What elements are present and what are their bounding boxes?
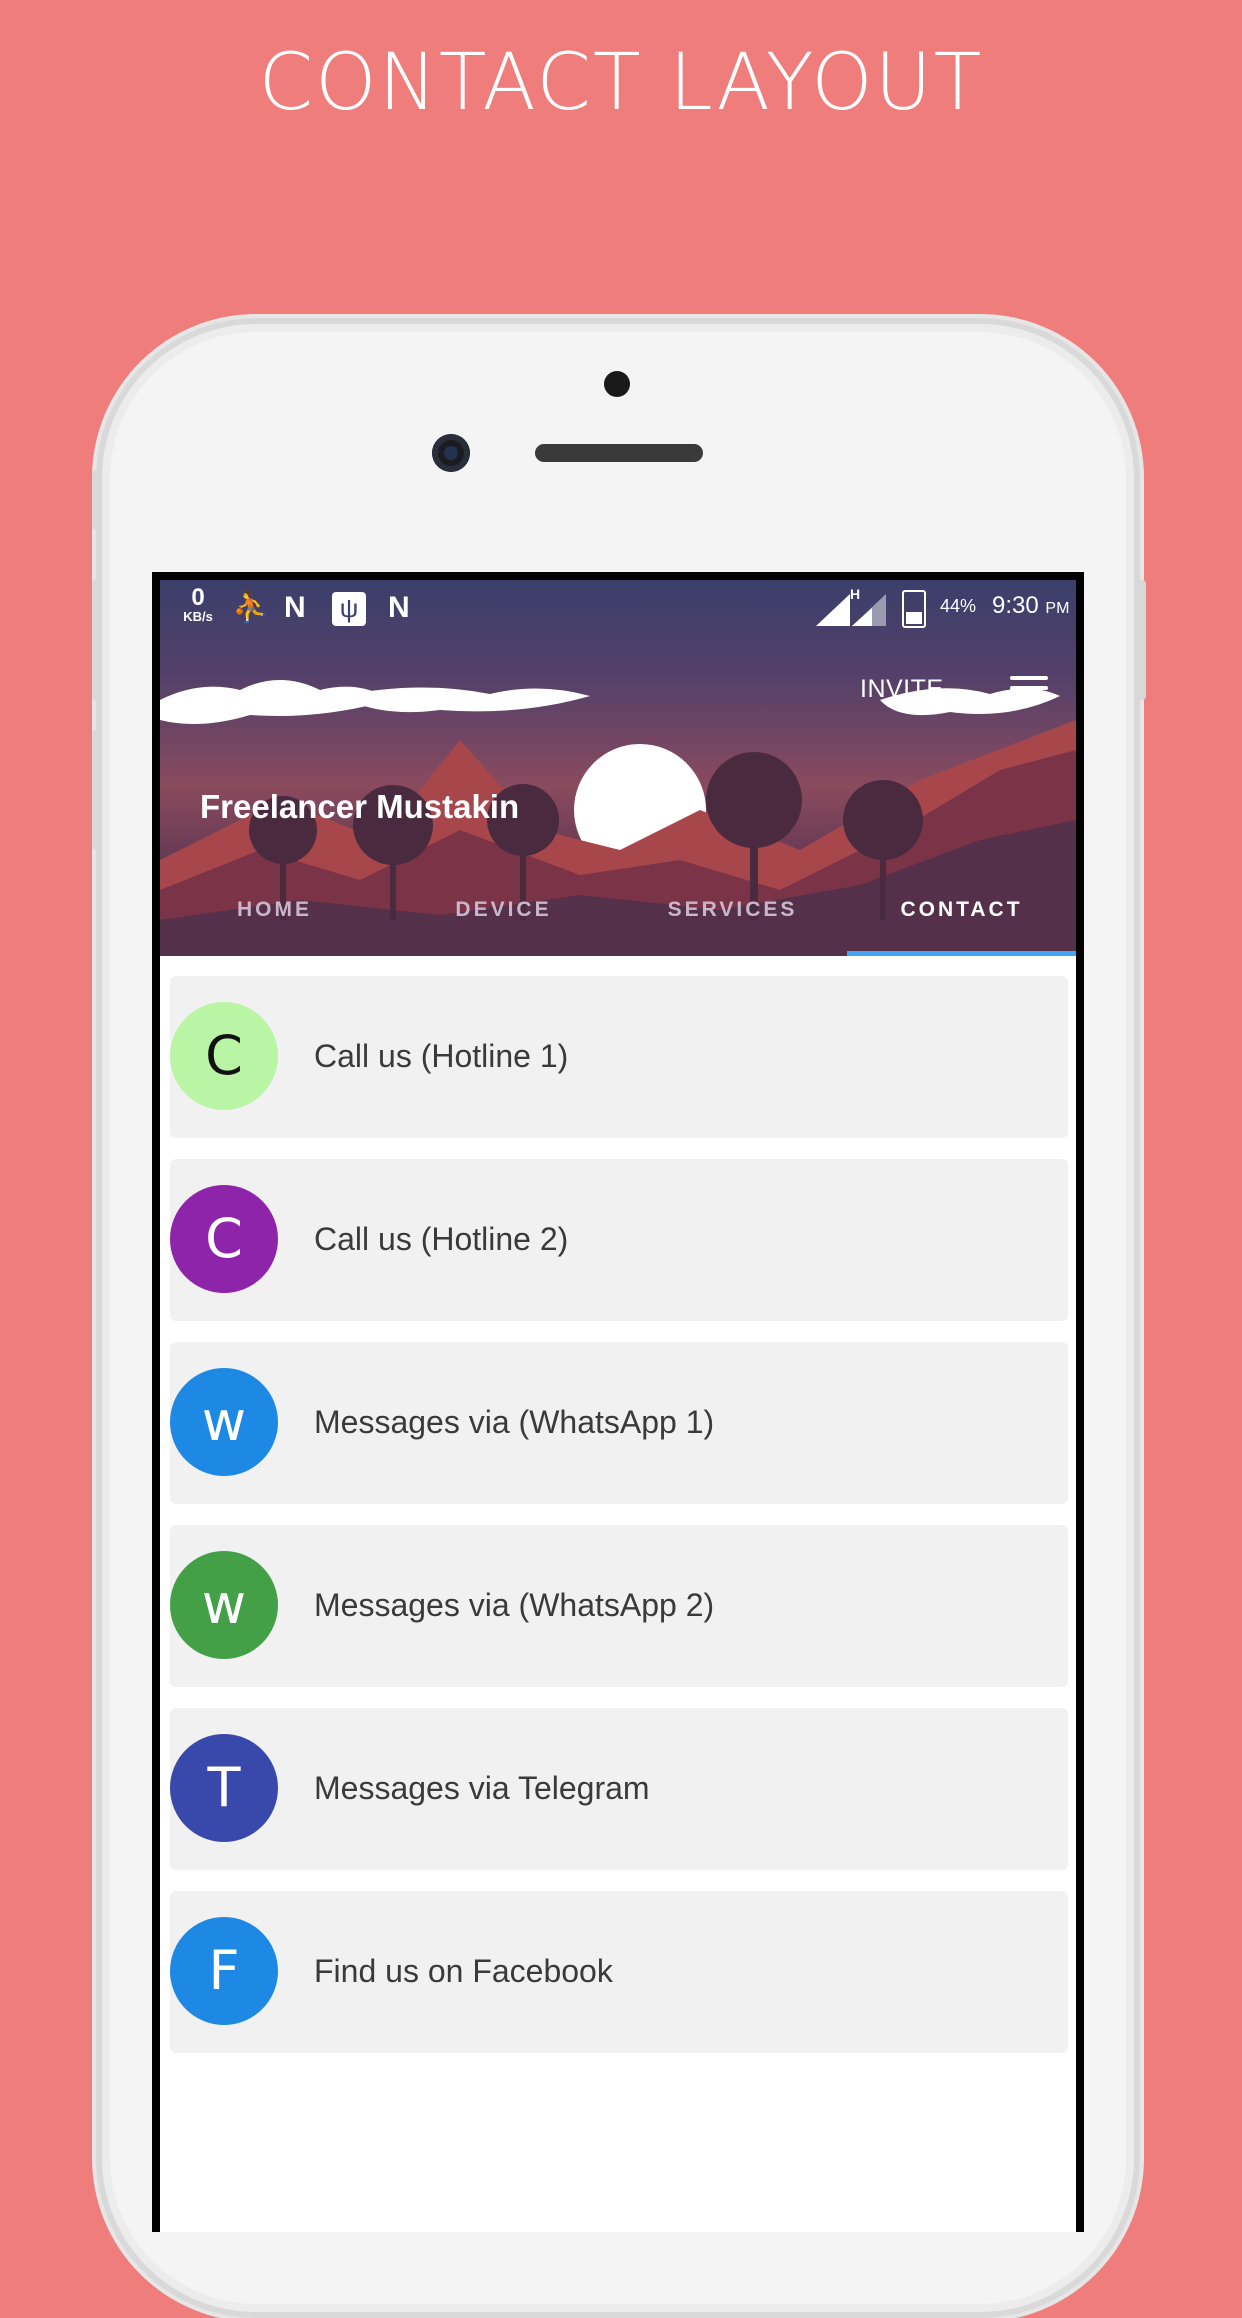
- hamburger-menu-icon[interactable]: [1010, 674, 1050, 702]
- promo-title: CONTACT LAYOUT: [258, 38, 984, 128]
- phone-screen: 0 KB/s ⛹ N ψ N H 44% 9:30 PM INVITE Free…: [152, 572, 1084, 2232]
- contact-card-whatsapp-1[interactable]: w Messages via (WhatsApp 1): [170, 1342, 1068, 1504]
- contact-card-whatsapp-2[interactable]: w Messages via (WhatsApp 2): [170, 1525, 1068, 1687]
- contact-card-hotline-2[interactable]: C Call us (Hotline 2): [170, 1159, 1068, 1321]
- contact-avatar: C: [170, 1185, 278, 1293]
- tab-contact[interactable]: CONTACT: [847, 880, 1076, 956]
- proximity-sensor: [604, 371, 630, 397]
- contact-card-telegram[interactable]: T Messages via Telegram: [170, 1708, 1068, 1870]
- tab-home[interactable]: HOME: [160, 880, 389, 956]
- profile-name: Freelancer Mustakin: [200, 788, 520, 825]
- phone-power-button: [1138, 580, 1146, 700]
- invite-button[interactable]: INVITE: [860, 675, 944, 704]
- tab-device[interactable]: DEVICE: [389, 880, 618, 956]
- n-notification-icon: N: [284, 591, 306, 624]
- front-camera: [432, 434, 470, 472]
- usb-icon: ψ: [332, 592, 366, 626]
- data-speed-unit: KB/s: [183, 609, 213, 624]
- signal-icon: [816, 594, 850, 626]
- contact-label: Messages via (WhatsApp 1): [314, 1404, 715, 1440]
- contact-card-facebook[interactable]: F Find us on Facebook: [170, 1891, 1068, 2053]
- app-header: 0 KB/s ⛹ N ψ N H 44% 9:30 PM INVITE Free…: [160, 580, 1076, 956]
- app-screen: 0 KB/s ⛹ N ψ N H 44% 9:30 PM INVITE Free…: [160, 580, 1076, 2232]
- contact-avatar: T: [170, 1734, 278, 1842]
- data-speed-indicator: 0 KB/s: [176, 584, 220, 624]
- contact-label: Find us on Facebook: [314, 1953, 613, 1989]
- contact-label: Messages via (WhatsApp 2): [314, 1587, 715, 1623]
- phone-side-button: [92, 470, 100, 530]
- contact-label: Call us (Hotline 1): [314, 1038, 569, 1074]
- status-bar: 0 KB/s ⛹ N ψ N H 44% 9:30 PM: [160, 580, 1076, 636]
- phone-volume-up: [92, 580, 100, 700]
- battery-percentage: 44%: [940, 596, 977, 616]
- contact-avatar: w: [170, 1551, 278, 1659]
- phone-volume-down: [92, 730, 100, 850]
- contact-list: C Call us (Hotline 1) C Call us (Hotline…: [170, 976, 1068, 2074]
- battery-icon: [902, 590, 926, 628]
- contact-label: Call us (Hotline 2): [314, 1221, 569, 1257]
- contact-avatar: F: [170, 1917, 278, 2025]
- n-notification-icon: N: [388, 591, 410, 624]
- clock: 9:30 PM: [992, 592, 1069, 620]
- contact-avatar: w: [170, 1368, 278, 1476]
- contact-card-hotline-1[interactable]: C Call us (Hotline 1): [170, 976, 1068, 1138]
- signal-icon-2: [852, 594, 886, 626]
- tab-bar: HOME DEVICE SERVICES CONTACT: [160, 880, 1076, 956]
- tab-services[interactable]: SERVICES: [618, 880, 847, 956]
- clock-ampm: PM: [1045, 600, 1070, 617]
- clock-time: 9:30: [992, 592, 1039, 619]
- contact-label: Messages via Telegram: [314, 1770, 650, 1806]
- contact-avatar: C: [170, 1002, 278, 1110]
- activity-icon: ⛹: [232, 591, 270, 624]
- earpiece-speaker: [535, 444, 703, 462]
- data-speed-value: 0: [191, 584, 205, 611]
